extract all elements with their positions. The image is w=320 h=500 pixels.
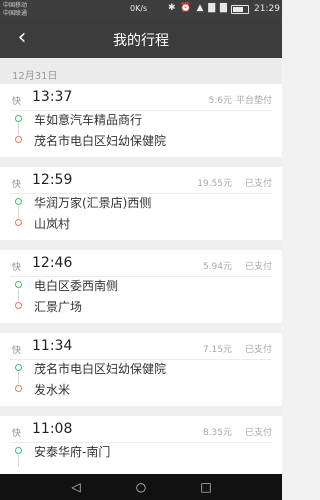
trip-type-badge: 快: [12, 263, 22, 273]
trip-item[interactable]: 快 11:08 8.35元 已支付 安泰华府-南门: [0, 416, 282, 474]
trip-time: 13:37: [32, 89, 73, 105]
trip-end-address: 汇景广场: [34, 300, 83, 314]
trip-price: 19.55元: [197, 179, 232, 189]
route-line: [18, 123, 19, 135]
start-point-icon: [15, 198, 22, 205]
trip-end-address: 山岚村: [34, 217, 71, 231]
trip-start-address: 安泰华府-南门: [34, 445, 111, 459]
trip-item[interactable]: 快 12:59 19.55元 已支付 华润万家(汇景店)西侧 山岚村: [0, 167, 282, 240]
trip-price: 5.94元: [202, 262, 232, 272]
end-point-icon: [15, 219, 22, 226]
trip-item[interactable]: 快 11:34 7.15元 已支付 茂名市电白区妇幼保健院 发水米: [0, 333, 282, 406]
trip-item[interactable]: 快 13:37 5.6元 平台垫付 车如意汽车精品商行 茂名市电白区妇幼保健院: [0, 84, 282, 157]
date-header: 12月31日: [0, 58, 282, 84]
nav-recent-apps-icon[interactable]: □: [196, 478, 216, 496]
route-line: [18, 372, 19, 384]
carrier-line-1: 中国移动: [3, 2, 28, 9]
system-nav-bar: ◁ ○ □: [0, 474, 282, 500]
page-title: 我的行程: [113, 33, 169, 49]
route-line: [18, 455, 19, 467]
trip-type-badge: 快: [12, 346, 22, 356]
trip-start-address: 车如意汽车精品商行: [34, 113, 143, 127]
status-bar: 中国移动 中国联通 0K/s ✱ ⏰ ▲ ▇ ▇ 21:29: [0, 0, 282, 20]
trip-payment-status: 已支付: [244, 345, 272, 355]
top-nav-bar: ‹ 我的行程: [0, 20, 282, 58]
trip-payment-status: 已支付: [244, 428, 272, 438]
start-point-icon: [15, 281, 22, 288]
start-point-icon: [15, 447, 22, 454]
trip-price: 8.35元: [202, 428, 232, 438]
trip-time: 11:08: [32, 421, 73, 437]
nav-back-icon[interactable]: ◁: [66, 478, 86, 496]
trip-time: 12:46: [32, 255, 73, 271]
end-point-icon: [15, 136, 22, 143]
separator: [0, 406, 282, 416]
trip-item[interactable]: 快 12:46 5.94元 已支付 电白区委西南侧 汇景广场: [0, 250, 282, 323]
trip-payment-status: 已支付: [244, 179, 272, 189]
separator: [0, 157, 282, 167]
system-icons: ✱ ⏰ ▲ ▇ ▇: [168, 3, 228, 13]
clock: 21:29: [254, 4, 280, 14]
battery-icon: [231, 5, 249, 14]
separator: [0, 323, 282, 333]
trip-time: 11:34: [32, 338, 73, 354]
separator: [0, 240, 282, 250]
trip-start-address: 电白区委西南侧: [34, 279, 119, 293]
route-line: [18, 289, 19, 301]
carrier-line-2: 中国联通: [3, 10, 28, 17]
trip-price: 7.15元: [202, 345, 232, 355]
route-line: [18, 206, 19, 218]
nav-home-icon[interactable]: ○: [131, 478, 151, 496]
trip-payment-status: 平台垫付: [235, 96, 272, 106]
trip-payment-status: 已支付: [244, 262, 272, 272]
trip-start-address: 茂名市电白区妇幼保健院: [34, 362, 167, 376]
trip-type-badge: 快: [12, 97, 22, 107]
end-point-icon: [15, 302, 22, 309]
carrier-info: 中国移动 中国联通: [3, 2, 27, 18]
network-speed: 0K/s: [130, 4, 148, 13]
trip-type-badge: 快: [12, 429, 22, 439]
trip-start-address: 华润万家(汇景店)西侧: [34, 196, 152, 210]
trip-time: 12:59: [32, 172, 73, 188]
end-point-icon: [15, 385, 22, 392]
trip-type-badge: 快: [12, 180, 22, 190]
trip-end-address: 茂名市电白区妇幼保健院: [34, 134, 167, 148]
trip-end-address: 发水米: [34, 383, 71, 397]
start-point-icon: [15, 115, 22, 122]
start-point-icon: [15, 364, 22, 371]
trip-price: 5.6元: [208, 96, 232, 106]
